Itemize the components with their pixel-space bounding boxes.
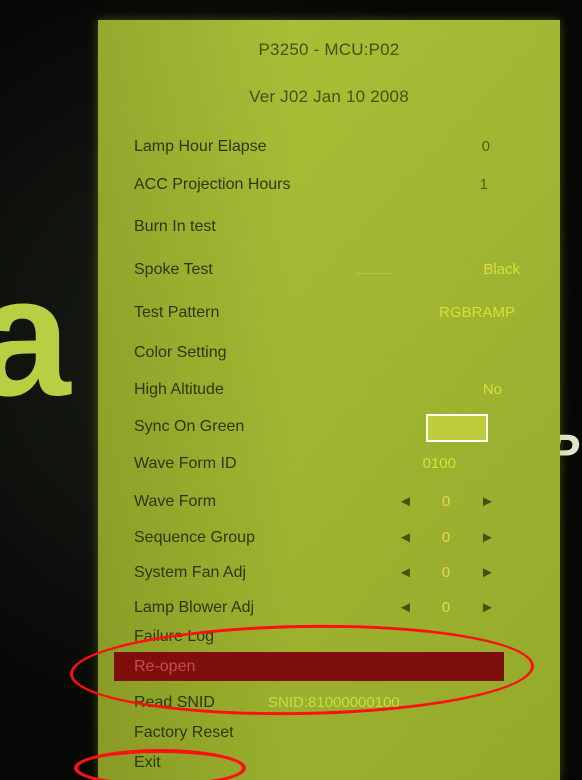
menu-item-label: Wave Form ID [134,455,237,472]
menu-item-label: Test Pattern [134,304,220,321]
menu-item-label: Lamp Blower Adj [134,599,255,616]
acc-projection-hours-row[interactable]: ACC Projection Hours 1 [98,170,560,202]
stepper-value: 0 [441,529,451,546]
test-pattern-row[interactable]: Test Pattern RGBRAMP [98,298,560,330]
right-arrow-icon[interactable]: ► [480,493,495,510]
snid-value: SNID:81000000100 [268,694,400,711]
high-altitude-row[interactable]: High Altitude No [98,375,560,407]
menu-item-label: Re-open [134,658,196,675]
selected-menu-row[interactable]: Re-open [114,652,504,681]
menu-item-label: Exit [134,754,161,771]
menu-item-label: Lamp Hour Elapse [134,138,267,155]
lamp-blower-adj-row[interactable]: Lamp Blower Adj ◄ 0 ► [98,593,560,625]
wave-form-id-row[interactable]: Wave Form ID 0100 [98,449,560,481]
sequence-group-stepper[interactable]: ◄ 0 ► [398,529,495,549]
sync-on-green-checkbox[interactable] [426,414,488,442]
high-altitude-value: No [482,381,502,398]
menu-item-label: Burn In test [134,218,216,235]
right-arrow-icon[interactable]: ► [480,599,495,616]
lamp-blower-stepper[interactable]: ◄ 0 ► [398,599,495,619]
projector-screen-photo: a g P P3250 - MCU:P02 Ver J02 Jan 10 200… [0,0,582,780]
menu-item-label: High Altitude [134,381,224,398]
left-arrow-icon[interactable]: ◄ [398,493,413,510]
wave-form-id-value: 0100 [422,455,456,472]
right-arrow-icon[interactable]: ► [480,564,495,581]
menu-item-label: ACC Projection Hours [134,176,291,193]
service-menu-panel: P3250 - MCU:P02 Ver J02 Jan 10 2008 Lamp… [98,20,560,780]
menu-item-label: Read SNID [134,694,215,711]
left-arrow-icon[interactable]: ◄ [398,529,413,546]
burn-in-test-row[interactable]: Burn In test [98,212,560,244]
wave-form-row[interactable]: Wave Form ◄ 0 ► [98,487,560,519]
sequence-group-row[interactable]: Sequence Group ◄ 0 ► [98,523,560,555]
wave-form-stepper[interactable]: ◄ 0 ► [398,493,495,513]
factory-reset-row[interactable]: Factory Reset [98,718,560,750]
model-title: P3250 - MCU:P02 [258,40,400,59]
stepper-value: 0 [441,564,451,581]
menu-item-label: Sync On Green [134,418,245,435]
menu-item-label: Wave Form [134,493,217,510]
menu-item-label: Failure Log [134,628,215,645]
lamp-hour-elapse-row[interactable]: Lamp Hour Elapse 0 [98,132,560,164]
sync-on-green-row[interactable]: Sync On Green [98,412,560,444]
menu-item-label: Color Setting [134,344,227,361]
projection-hours-value: 1 [479,176,488,193]
background-letter-fragment: a [0,270,71,405]
menu-item-label: Factory Reset [134,724,234,741]
color-setting-row[interactable]: Color Setting [98,338,560,370]
read-snid-row[interactable]: Read SNID SNID:81000000100 [98,688,560,720]
spoke-test-row[interactable]: Spoke Test Black [98,255,560,287]
right-arrow-icon[interactable]: ► [480,529,495,546]
lamp-hour-value: 0 [481,138,490,155]
system-fan-adj-row[interactable]: System Fan Adj ◄ 0 ► [98,558,560,590]
system-fan-stepper[interactable]: ◄ 0 ► [398,564,495,584]
menu-item-label: Sequence Group [134,529,255,546]
spoke-test-value: Black [483,261,520,278]
test-pattern-value: RGBRAMP [439,304,515,321]
left-arrow-icon[interactable]: ◄ [398,564,413,581]
exit-row[interactable]: Exit [98,748,560,780]
spoke-divider [356,273,392,274]
left-arrow-icon[interactable]: ◄ [398,599,413,616]
menu-item-label: Spoke Test [134,261,213,278]
menu-item-label: System Fan Adj [134,564,247,581]
stepper-value: 0 [441,493,451,510]
firmware-version: Ver J02 Jan 10 2008 [249,87,409,106]
failure-log-row[interactable]: Failure Log [98,622,560,654]
stepper-value: 0 [441,599,451,616]
